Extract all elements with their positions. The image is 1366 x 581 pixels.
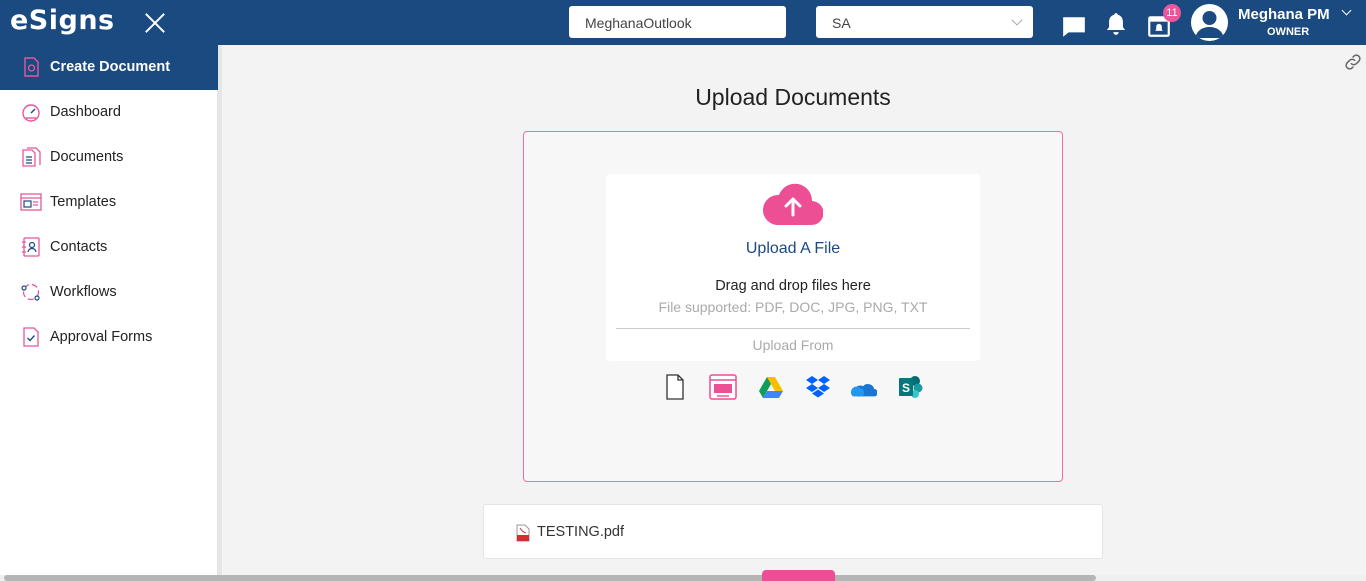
sidebar-item-label: Templates bbox=[50, 194, 117, 210]
approval-forms-icon bbox=[23, 327, 39, 347]
uploaded-file-name[interactable]: TESTING.pdf bbox=[537, 524, 624, 540]
horizontal-scrollbar-thumb[interactable] bbox=[4, 575, 1096, 581]
sidebar: Create Document Dashboard Documents Temp… bbox=[0, 45, 218, 581]
page-title: Upload Documents bbox=[695, 84, 891, 110]
onedrive-icon[interactable] bbox=[851, 376, 877, 402]
user-role: OWNER bbox=[1267, 26, 1310, 38]
sidebar-item-label: Documents bbox=[50, 149, 124, 165]
divider bbox=[616, 328, 970, 329]
account-name-field[interactable]: MeghanaOutlook bbox=[569, 6, 786, 38]
sidebar-item-label: Create Document bbox=[50, 59, 171, 75]
esigns-logo[interactable]: eSigns bbox=[10, 4, 115, 38]
templates-icon bbox=[20, 193, 42, 211]
workflows-icon bbox=[21, 283, 40, 301]
sidebar-item-templates[interactable]: Templates bbox=[0, 180, 218, 225]
sidebar-item-contacts[interactable]: Contacts bbox=[0, 225, 218, 270]
blank-file-icon[interactable] bbox=[662, 374, 688, 400]
template-source-icon[interactable] bbox=[709, 373, 737, 401]
company-select[interactable]: SA bbox=[816, 6, 1033, 38]
close-menu-button[interactable] bbox=[142, 10, 168, 36]
drag-drop-text: Drag and drop files here bbox=[715, 278, 871, 294]
bell-icon[interactable] bbox=[1103, 11, 1129, 37]
sidebar-item-label: Approval Forms bbox=[50, 329, 153, 345]
pdf-file-icon bbox=[516, 524, 530, 542]
google-drive-icon[interactable] bbox=[758, 374, 784, 400]
notification-count-badge: 11 bbox=[1163, 4, 1181, 22]
sidebar-item-approval-forms[interactable]: Approval Forms bbox=[0, 315, 218, 360]
dropbox-icon[interactable] bbox=[805, 374, 831, 400]
link-icon[interactable] bbox=[1343, 52, 1363, 72]
company-select-value: SA bbox=[832, 15, 851, 31]
upload-from-label: Upload From bbox=[752, 337, 834, 353]
svg-text:S: S bbox=[902, 381, 910, 395]
sidebar-item-documents[interactable]: Documents bbox=[0, 135, 218, 180]
sidebar-item-label: Contacts bbox=[50, 239, 108, 255]
create-document-icon bbox=[24, 57, 39, 77]
chat-icon[interactable] bbox=[1061, 14, 1087, 40]
sharepoint-icon[interactable]: S bbox=[898, 374, 924, 400]
chevron-down-icon bbox=[1011, 14, 1023, 26]
documents-icon bbox=[22, 147, 41, 167]
contacts-icon bbox=[22, 237, 40, 257]
upload-file-title[interactable]: Upload A File bbox=[606, 240, 980, 258]
sidebar-item-label: Workflows bbox=[50, 284, 117, 300]
user-name[interactable]: Meghana PM bbox=[1238, 6, 1330, 23]
supported-formats-text: File supported: PDF, DOC, JPG, PNG, TXT bbox=[658, 299, 928, 315]
next-button[interactable] bbox=[762, 570, 835, 581]
cloud-upload-icon[interactable] bbox=[763, 181, 823, 227]
user-avatar-icon bbox=[1195, 11, 1224, 38]
avatar[interactable] bbox=[1191, 4, 1228, 41]
sidebar-item-workflows[interactable]: Workflows bbox=[0, 270, 218, 315]
sidebar-scrollbar[interactable] bbox=[218, 45, 222, 581]
